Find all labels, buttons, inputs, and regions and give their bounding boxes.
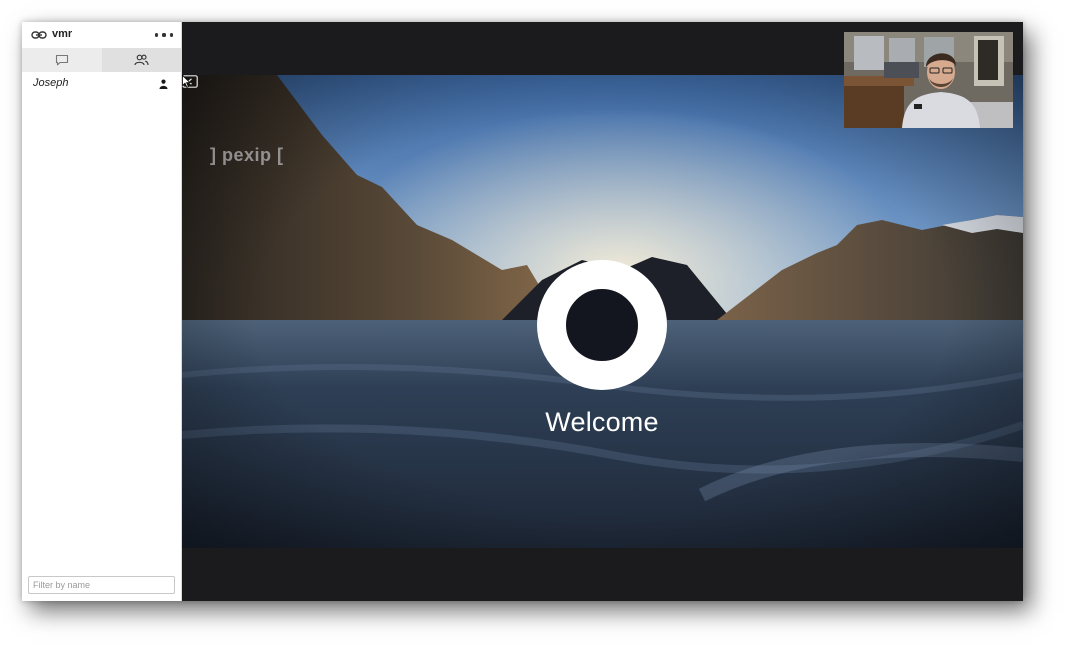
app-window: vmr Joseph Filter by name] pexip [Welc… (22, 22, 1023, 601)
mouse-cursor-icon (182, 75, 191, 88)
filter-by-name-input[interactable] (28, 576, 175, 594)
self-view-video[interactable] (844, 32, 1013, 128)
welcome-ring-graphic (537, 260, 667, 390)
video-stage: ] pexip [ Welcome (182, 22, 1023, 601)
welcome-background-image: ] pexip [ Welcome (182, 75, 1023, 548)
tab-chat[interactable] (22, 48, 102, 72)
more-options-button[interactable] (155, 28, 173, 42)
pexip-logo: ] pexip [ (210, 145, 284, 165)
person-icon (159, 79, 168, 89)
people-icon (134, 54, 149, 66)
participant-name: Joseph (33, 77, 69, 89)
ellipsis-icon (155, 33, 159, 37)
tab-participants[interactable] (101, 48, 181, 72)
chat-bubble-icon (55, 54, 68, 66)
welcome-text: Welcome (545, 407, 659, 437)
sidebar: vmr Joseph (22, 22, 182, 601)
room-name: vmr (52, 28, 73, 40)
link-icon (31, 31, 47, 39)
participant-row[interactable]: Joseph (22, 74, 181, 94)
sidebar-header: vmr (22, 22, 181, 48)
sidebar-tabs (22, 48, 181, 72)
